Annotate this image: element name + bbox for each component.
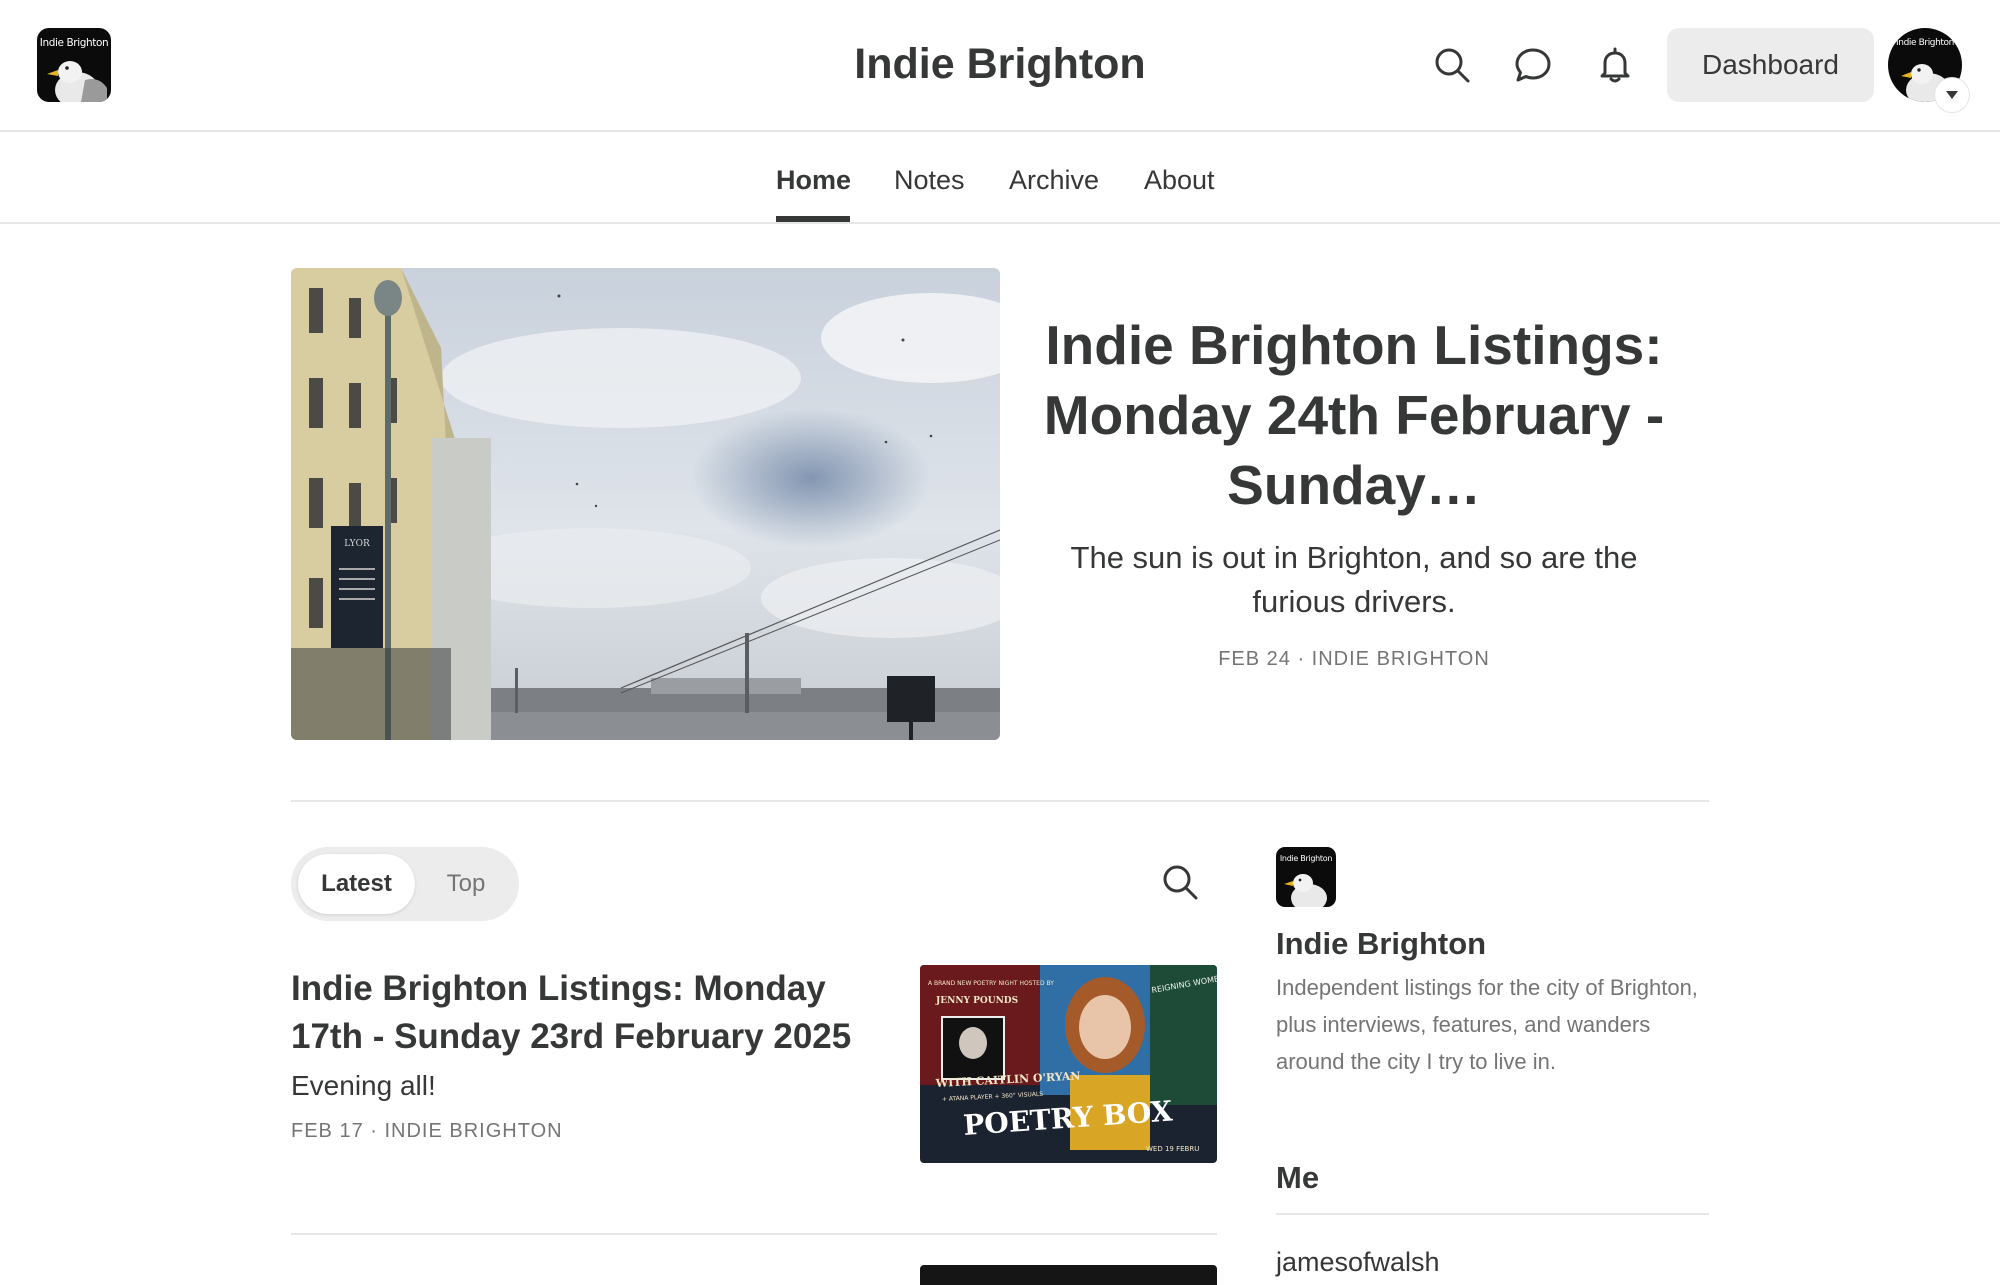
sidebar-section-title: Me (1276, 1160, 1320, 1195)
top-toggle[interactable]: Top (421, 854, 511, 914)
hero-title[interactable]: Indie Brighton Listings: Monday 24th Feb… (1040, 310, 1668, 520)
hero-subtitle: The sun is out in Brighton, and so are t… (1070, 540, 1638, 619)
next-post-thumbnail[interactable] (920, 1265, 1217, 1285)
publication-logo[interactable]: Indie Brighton (37, 28, 111, 102)
hero-meta: FEB 24 · INDIE BRIGHTON (1218, 648, 1490, 670)
sidebar-user-link[interactable]: jamesofwalsh (1276, 1244, 1440, 1280)
sidebar-publication-name[interactable]: Indie Brighton (1276, 922, 1486, 966)
search-icon[interactable] (1432, 45, 1472, 85)
sidebar-logo[interactable]: Indie Brighton (1276, 847, 1336, 907)
section-divider (291, 800, 1709, 802)
search-icon[interactable] (1160, 862, 1200, 902)
dashboard-button[interactable]: Dashboard (1667, 28, 1874, 102)
navigation-tabs: Home Notes Archive About (0, 132, 2000, 224)
post-thumbnail[interactable]: A BRAND NEW POETRY NIGHT HOSTED BY JENNY… (920, 965, 1217, 1163)
sidebar-divider (1276, 1213, 1709, 1215)
site-title[interactable]: Indie Brighton (700, 34, 1300, 94)
tab-notes[interactable]: Notes (894, 162, 965, 198)
post-subtitle: Evening all! (291, 1070, 436, 1101)
list-divider (291, 1233, 1217, 1235)
banner-text: LYOR (344, 539, 370, 549)
latest-toggle[interactable]: Latest (298, 854, 415, 914)
tab-about[interactable]: About (1144, 162, 1215, 198)
active-tab-indicator (776, 216, 850, 222)
sidebar-description: Independent listings for the city of Bri… (1276, 975, 1698, 1074)
thumb-host-name: JENNY POUNDS (935, 996, 1018, 1006)
seagull-icon (1284, 874, 1327, 907)
post-title[interactable]: Indie Brighton Listings: Monday 17th - S… (291, 965, 891, 1061)
seagull-icon (47, 61, 107, 102)
chevron-down-icon[interactable] (1935, 78, 1969, 112)
bell-icon[interactable] (1595, 45, 1635, 85)
sort-toggle: Latest Top (291, 847, 519, 921)
post-meta: FEB 17 · INDIE BRIGHTON (291, 1120, 563, 1142)
tab-archive[interactable]: Archive (1009, 162, 1099, 198)
hero-image[interactable]: LYOR (291, 268, 1000, 740)
site-header: Indie Brighton Indie Brighton Dashboard … (0, 0, 2000, 132)
chat-icon[interactable] (1513, 45, 1553, 85)
thumb-host-line: A BRAND NEW POETRY NIGHT HOSTED BY (928, 980, 1054, 987)
tab-home[interactable]: Home (776, 162, 851, 198)
thumb-date: WED 19 FEBRU (1146, 1145, 1199, 1153)
